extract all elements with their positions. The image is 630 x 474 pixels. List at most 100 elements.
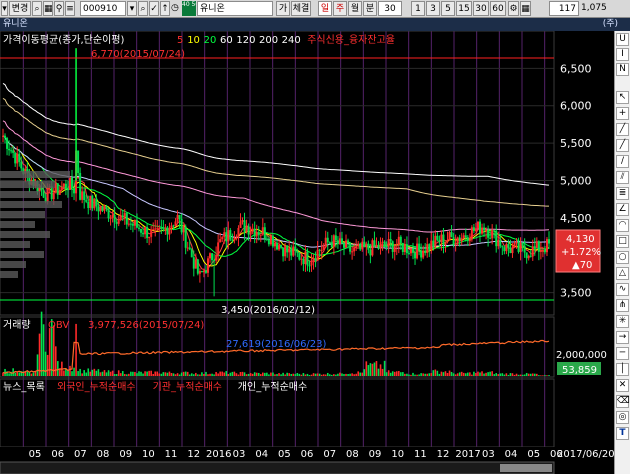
volume-bar: [359, 372, 362, 376]
candle-body: [399, 236, 402, 243]
candle-body: [146, 226, 149, 239]
candle-body: [257, 232, 260, 236]
stock-name-field[interactable]: 유니온: [197, 1, 273, 16]
interval-button-60[interactable]: 60: [490, 1, 506, 16]
ma-legend-item: 20: [204, 35, 217, 46]
dropdown-arrow-icon[interactable]: ▾: [1, 1, 8, 16]
triangle-icon[interactable]: △: [616, 267, 629, 280]
fibo-icon[interactable]: ≣: [616, 187, 629, 200]
date-axis-label: 12: [187, 449, 200, 460]
candle-body: [81, 191, 84, 200]
volume-bar: [40, 311, 43, 376]
pitch-icon[interactable]: ⋔: [616, 299, 629, 312]
candle-body: [225, 232, 228, 242]
panel-toggle-u[interactable]: U: [616, 33, 629, 46]
candle-body: [87, 201, 90, 209]
interval-button-5[interactable]: 5: [441, 1, 455, 16]
mode-button-tick[interactable]: 체결: [291, 1, 311, 16]
candle-body: [373, 240, 376, 247]
volume-bar: [253, 372, 256, 376]
panel-toggle-i[interactable]: I: [616, 48, 629, 61]
ray-icon[interactable]: →: [616, 331, 629, 344]
candle-body: [347, 240, 350, 243]
volume-bar: [197, 374, 199, 376]
code-dropdown-icon[interactable]: ▾: [127, 1, 137, 16]
candle-body: [458, 237, 461, 241]
check-icon[interactable]: ✓: [149, 1, 159, 16]
candle-body: [259, 234, 262, 236]
cross-icon[interactable]: ✕: [616, 379, 629, 392]
volume-bar: [138, 371, 140, 376]
vline-icon[interactable]: │: [616, 363, 629, 376]
search-icon[interactable]: ⌕: [138, 1, 148, 16]
current-volume: 53,859: [562, 365, 597, 376]
candle-body: [10, 150, 13, 152]
candle-body: [491, 230, 494, 239]
scrollbar-thumb[interactable]: [500, 464, 552, 472]
grid-icon[interactable]: ▦: [43, 1, 53, 16]
eraser-icon[interactable]: ⌫: [616, 395, 630, 408]
stock-chart[interactable]: 가격이동평균(종가,단순이평) 5 10 20 60 120 200 240 주식신용_융자잔…: [0, 31, 614, 474]
interval-button-1[interactable]: 1: [411, 1, 425, 16]
grid-icon[interactable]: ▦: [520, 1, 531, 16]
list-icon[interactable]: ≡: [65, 1, 75, 16]
candle-body: [18, 153, 21, 162]
candle-body: [430, 240, 433, 251]
gann-icon[interactable]: ✳: [616, 315, 629, 328]
chart-scrollbar[interactable]: [0, 461, 555, 474]
code-input[interactable]: 000910: [80, 1, 126, 16]
candle-body: [221, 237, 224, 240]
angle-icon[interactable]: ∠: [616, 203, 629, 216]
mode-button-day[interactable]: 일: [318, 1, 332, 16]
arc-icon[interactable]: ◠: [616, 219, 629, 232]
candle-body: [487, 229, 490, 238]
hline-icon[interactable]: ─: [616, 347, 629, 360]
candle-body: [377, 244, 380, 249]
volume-profile-bar: [0, 201, 62, 208]
candle-body: [294, 246, 297, 251]
count-input[interactable]: 117: [549, 1, 579, 16]
volume-bar: [241, 371, 244, 376]
ellipse-icon[interactable]: ○: [616, 251, 629, 264]
text-icon[interactable]: T: [616, 427, 629, 440]
candle-body: [162, 227, 165, 229]
search-icon[interactable]: ⌕: [32, 1, 42, 16]
up-icon[interactable]: ↑: [160, 1, 170, 16]
candle-body: [511, 246, 514, 254]
cycle-icon[interactable]: ∿: [616, 283, 629, 296]
mode-button-minute[interactable]: 분: [363, 1, 377, 16]
menu-button[interactable]: 변경: [9, 1, 31, 16]
channel-icon[interactable]: ⫽: [616, 171, 629, 184]
link-icon[interactable]: ⚲: [54, 1, 64, 16]
rect-icon[interactable]: □: [616, 235, 629, 248]
candle-body: [464, 235, 467, 238]
interval-button-15[interactable]: 15: [456, 1, 472, 16]
candle-body: [535, 241, 538, 248]
trend-icon[interactable]: ∕: [616, 155, 629, 168]
volume-bar: [298, 373, 301, 376]
line-icon[interactable]: ╱: [616, 123, 629, 136]
interval-button-30[interactable]: 30: [473, 1, 489, 16]
candle-body: [371, 240, 374, 256]
cursor-icon[interactable]: ↖: [616, 91, 629, 104]
mode-button-month[interactable]: 월: [348, 1, 362, 16]
candle-body: [105, 205, 108, 209]
interval-button-3[interactable]: 3: [426, 1, 440, 16]
volume-bar: [59, 368, 61, 376]
magnet-icon[interactable]: ◎: [616, 411, 629, 424]
mode-button-price[interactable]: 가: [276, 1, 290, 16]
candle-body: [450, 232, 453, 238]
minute-input[interactable]: 30: [378, 1, 402, 16]
panel-toggle-n[interactable]: N: [616, 63, 629, 76]
crosshair-icon[interactable]: +: [616, 107, 629, 120]
volume-bar: [166, 372, 169, 376]
volume-profile-bar: [0, 251, 44, 258]
volume-bar: [203, 373, 205, 376]
line-icon[interactable]: ╱: [616, 139, 629, 152]
volume-bar: [223, 372, 226, 376]
volume-bar: [458, 372, 461, 376]
settings-icon[interactable]: ⚙: [508, 1, 519, 16]
candle-body: [125, 213, 128, 225]
mode-button-week[interactable]: 주: [333, 1, 347, 16]
candle-body: [375, 244, 378, 247]
